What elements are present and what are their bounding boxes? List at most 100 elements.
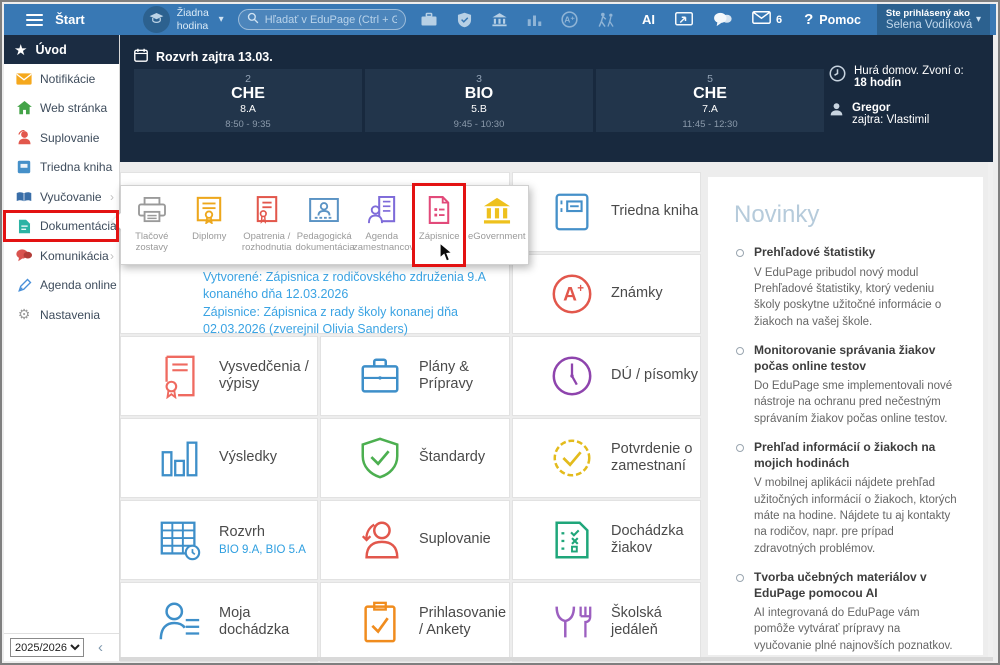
my-attendance-icon [157,599,203,645]
svg-text:A⁺: A⁺ [564,15,575,25]
canteen-icon [549,599,595,645]
sidebar-item-suplovanie[interactable]: Suplovanie [4,123,119,153]
popup-item-label: Zápisnice [418,231,460,242]
logged-in-as-label: Ste prihlásený ako [885,8,970,19]
sidebar-item-label: Suplovanie [40,130,100,145]
tile-potvrdenie[interactable]: Potvrdenie o zamestnaní [512,418,701,498]
news-item[interactable]: Tvorba učebných materiálov v EduPage pom… [734,570,957,655]
briefcase-icon[interactable] [420,12,438,27]
popup-item-label: Diplomy [192,231,227,242]
news-item-title: Tvorba učebných materiálov v EduPage pom… [754,569,927,600]
chevron-down-icon[interactable]: ▾ [219,14,224,25]
tile-skolska-jedalen[interactable]: Školská jedáleň [512,582,701,662]
tile-label: Školská jedáleň [611,604,662,638]
excursion-walkers-icon[interactable] [597,12,616,28]
pen-icon [16,277,32,293]
sidebar: ★ Úvod Notifikácie Web stránka Suplovani… [4,35,120,661]
timetable-icon [157,517,203,563]
recent-document-link[interactable]: Zápisnice: Zápisnica z rady školy konane… [203,304,495,339]
hamburger-menu-icon[interactable] [26,11,44,29]
popup-item-opatrenia[interactable]: Opatrenia / rozhodnutia [238,194,296,264]
tile-label: Moja dochádzka [219,604,290,638]
lesson-period: 5 [707,73,713,85]
popup-item-pedagogicka[interactable]: Pedagogická dokumentácia [295,194,355,264]
search-box[interactable] [237,9,406,30]
certificate-icon [157,353,203,400]
lesson-avatar[interactable] [142,6,170,33]
collapse-sidebar-icon[interactable]: ‹ [98,639,103,656]
sidebar-item-triedna-kniha[interactable]: Triedna kniha [4,153,119,183]
tile-znamky[interactable]: A + Známky [512,254,701,334]
institution-icon[interactable] [491,12,508,27]
lesson-card[interactable]: 3 BIO 5.B 9:45 - 10:30 [365,69,593,132]
svg-text:A: A [563,285,577,306]
lesson-card[interactable]: 2 CHE 8.A 8:50 - 9:35 [134,69,362,132]
horizontal-scrollbar[interactable] [120,657,993,661]
sidebar-item-notifikacie[interactable]: Notifikácie [4,64,119,94]
decision-document-icon [238,194,296,226]
popup-item-zapisnice[interactable]: Zápisnice [411,194,469,264]
search-input[interactable] [264,13,397,26]
news-item[interactable]: Prehľad informácií o žiakoch na mojich h… [734,440,957,557]
chat-icon[interactable] [713,12,732,27]
popup-item-egovernment[interactable]: eGovernment [468,194,526,264]
grade-aplus-icon[interactable]: A⁺ [561,11,578,28]
user-menu[interactable]: Ste prihlásený ako Selena Vodíková ▾ [876,4,990,35]
sidebar-item-dokumentacia[interactable]: Dokumentácia [4,212,119,242]
graduation-cap-icon [149,11,164,29]
shield-icon[interactable] [457,12,472,28]
bell-hours: 18 hodín [854,77,902,89]
badge-check-icon [549,435,595,481]
sidebar-item-vyucovanie[interactable]: Vyučovanie › [4,182,119,212]
tile-triedna-kniha[interactable]: Triedna kniha [512,172,701,252]
tile-vysledky[interactable]: Výsledky [120,418,318,498]
bar-chart-icon[interactable] [527,13,542,27]
sidebar-item-label: Triedna kniha [40,160,113,175]
topbar: Štart Žiadna hodina ▾ Hľadať v EduPage (… [4,4,996,35]
clock-icon [549,353,595,399]
chat-bubbles-icon [16,248,32,264]
sidebar-item-agenda-online[interactable]: Agenda online [4,271,119,301]
printer-icon [123,194,181,226]
sidebar-item-web-stranka[interactable]: Web stránka [4,94,119,124]
tile-dochadzka-ziakov[interactable]: Dochádzka žiakov [512,500,701,580]
tile-label: Rozvrh [219,524,265,541]
messages-button[interactable]: 6 [752,10,782,29]
tile-vysvedcenia[interactable]: Vysvedčenia / výpisy [120,336,318,416]
tile-prihlasovanie[interactable]: Prihlasovanie / Ankety [320,582,510,662]
start-menu-button[interactable]: Štart [55,12,85,27]
tile-suplovanie[interactable]: Suplovanie [320,500,510,580]
class-register-icon [549,189,595,235]
popup-item-label: Pedagogická dokumentácia [295,231,355,254]
news-item[interactable]: Monitorovanie správania žiakov počas onl… [734,343,957,427]
popup-item-agenda-zamestnancov[interactable]: Agenda zamestnancov [353,194,414,264]
screencast-icon[interactable] [674,12,693,27]
svg-text:+: + [577,283,584,295]
ai-button[interactable]: AI [642,12,655,27]
tile-moja-dochadzka[interactable]: Moja dochádzka [120,582,318,662]
staff-building-icon [353,194,411,226]
sidebar-item-nastavenia[interactable]: ⚙ Nastavenia [4,300,119,330]
popup-item-diplomy[interactable]: Diplomy [181,194,239,264]
sidebar-item-uvod[interactable]: ★ Úvod [4,35,119,64]
popup-item-tlacove-zostavy[interactable]: Tlačové zostavy [123,194,181,264]
help-button[interactable]: ? Pomoc [804,11,861,28]
popup-item-label: eGovernment [468,231,526,242]
sidebar-item-komunikacia[interactable]: Komunikácia › [4,241,119,271]
news-item-body: V mobilnej aplikácii nájdete prehľad uži… [754,477,957,555]
user-caret-icon: ▾ [975,14,981,25]
tile-plany-pripravy[interactable]: Plány & Prípravy [320,336,510,416]
lesson-card[interactable]: 5 CHE 7.A 11:45 - 12:30 [596,69,824,132]
sidebar-item-label: Komunikácia [40,248,109,263]
tile-du-pisomky[interactable]: DÚ / písomky [512,336,701,416]
tile-standardy[interactable]: Štandardy [320,418,510,498]
tile-rozvrh[interactable]: Rozvrh BIO 9.A, BIO 5.A [120,500,318,580]
recent-document-link[interactable]: Vytvorené: Zápisnica z rodičovského zdru… [203,269,495,304]
user-name: Selena Vodíková [885,19,973,31]
envelope-icon [16,71,32,87]
current-lesson-status[interactable]: Žiadna hodina [177,7,217,31]
school-year-select[interactable]: 2025/2026 [10,638,84,657]
clock-icon [829,65,846,89]
news-item[interactable]: Prehľadové štatistiky V EduPage pribudol… [734,245,957,330]
vertical-scrollbar[interactable] [988,162,993,661]
